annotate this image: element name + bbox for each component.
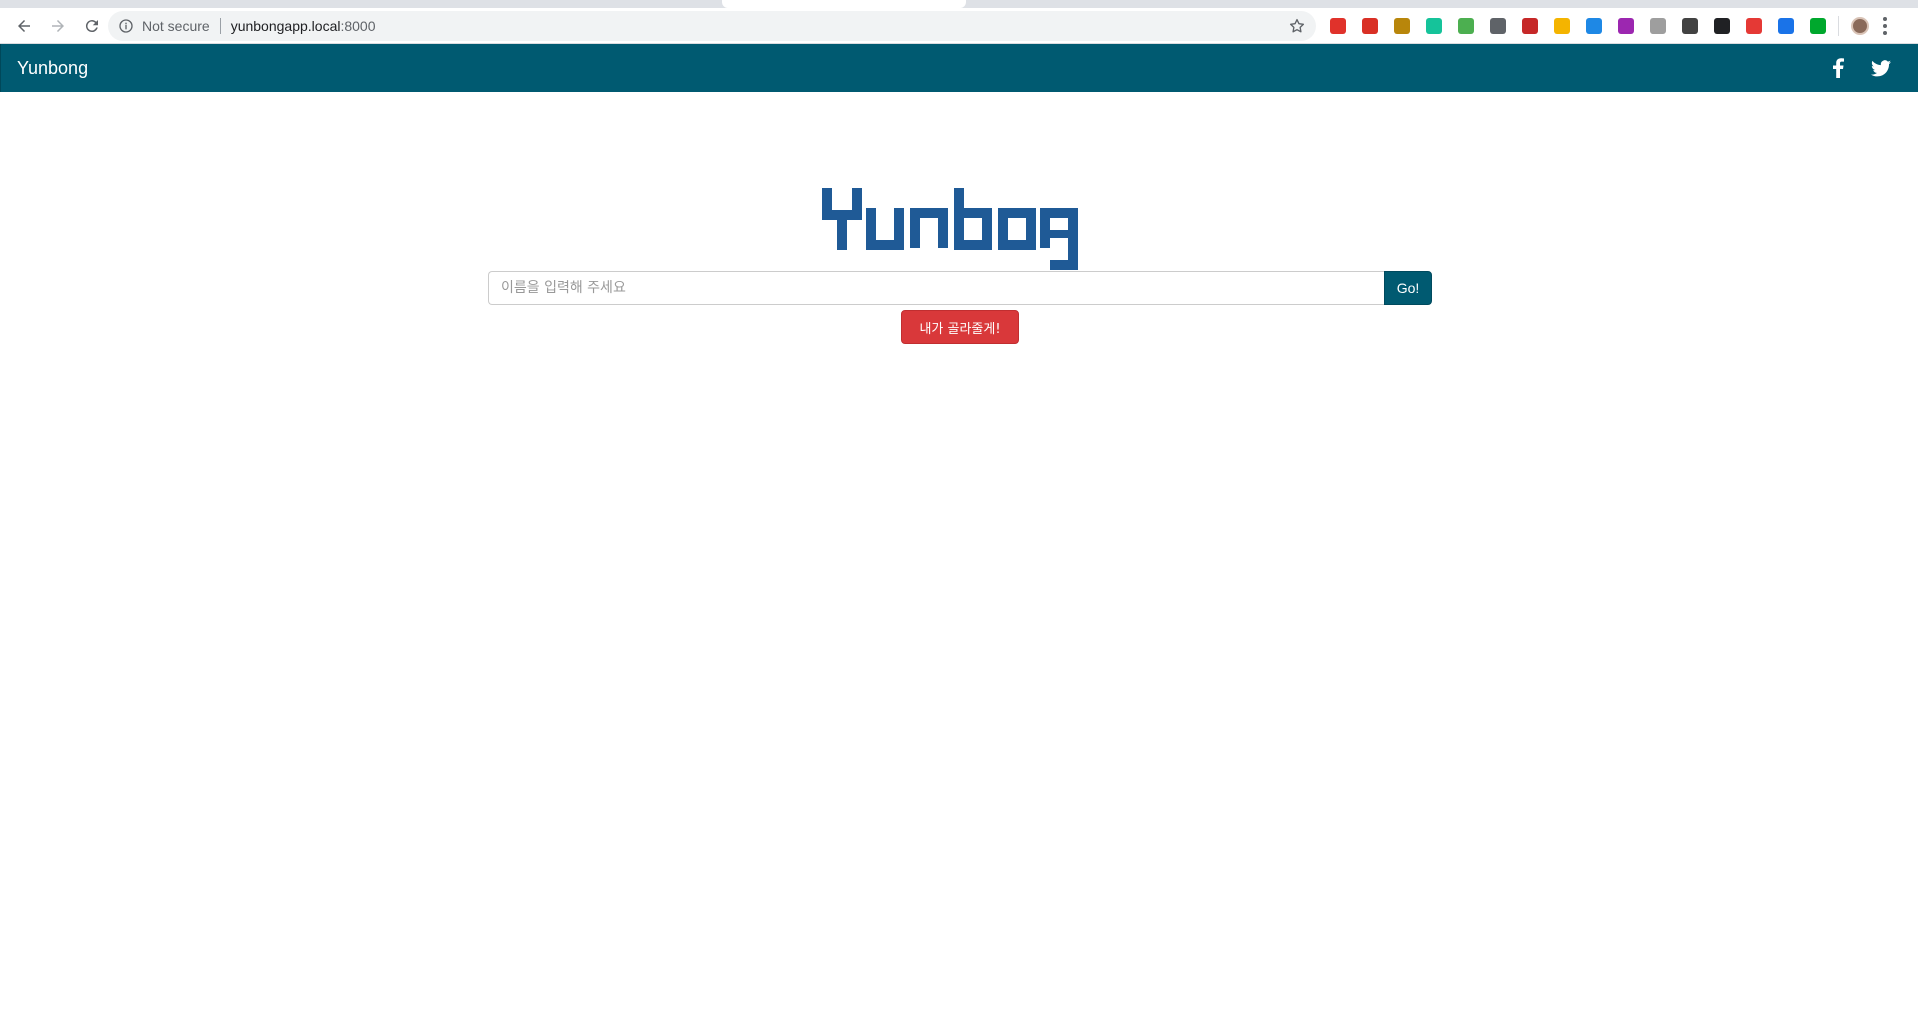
twitter-link[interactable]: [1870, 57, 1892, 79]
evernote-ext-icon[interactable]: [1810, 18, 1826, 34]
chart-ext-icon[interactable]: [1522, 18, 1538, 34]
active-tab[interactable]: [722, 0, 966, 8]
search-group: Go!: [488, 271, 1432, 305]
rainbow-ext-icon[interactable]: [1746, 18, 1762, 34]
random-pick-button[interactable]: 내가 골라줄게!: [901, 310, 1019, 344]
back-button[interactable]: [8, 10, 40, 42]
dark-ext-icon[interactable]: [1682, 18, 1698, 34]
bookmark-star-icon[interactable]: [1288, 17, 1306, 35]
browser-toolbar: Not secure yunbongapp.local:8000: [0, 8, 1918, 44]
url-host[interactable]: yunbongapp.local: [231, 18, 341, 34]
glasses-ext-icon[interactable]: [1714, 18, 1730, 34]
address-bar[interactable]: Not secure yunbongapp.local:8000: [108, 11, 1316, 41]
navbar-brand[interactable]: Yunbong: [17, 58, 88, 79]
clip-ext-icon[interactable]: [1490, 18, 1506, 34]
url-port[interactable]: :8000: [340, 18, 375, 34]
go-button[interactable]: Go!: [1384, 271, 1432, 305]
profile-avatar[interactable]: [1851, 17, 1869, 35]
mail-ext-icon[interactable]: [1458, 18, 1474, 34]
extensions-row: [1330, 16, 1887, 36]
opera-ext-icon[interactable]: [1330, 18, 1346, 34]
hash-ext-icon[interactable]: [1778, 18, 1794, 34]
toolbar-separator: [1838, 16, 1839, 36]
red-book-ext-icon[interactable]: [1362, 18, 1378, 34]
reload-button[interactable]: [76, 10, 108, 42]
name-search-input[interactable]: [488, 271, 1384, 305]
arrow-right-icon: [52, 19, 64, 32]
color-wheel-ext-icon[interactable]: [1618, 18, 1634, 34]
info-icon[interactable]: [118, 18, 134, 34]
shield-ext-icon[interactable]: [1394, 18, 1410, 34]
facebook-icon: [1833, 58, 1844, 78]
eye-ext-icon[interactable]: [1586, 18, 1602, 34]
site-navbar: Yunbong: [0, 44, 1918, 92]
tab-strip: [0, 0, 1918, 8]
yunbong-logo: [822, 188, 1078, 270]
facebook-link[interactable]: [1827, 57, 1849, 79]
bulb-ext-icon[interactable]: [1554, 18, 1570, 34]
grammarly-ext-icon[interactable]: [1426, 18, 1442, 34]
forward-button[interactable]: [42, 10, 74, 42]
reload-icon: [85, 19, 98, 32]
twitter-icon: [1871, 59, 1891, 76]
arrow-left-icon: [18, 19, 30, 32]
security-label[interactable]: Not secure: [142, 18, 210, 34]
browser-menu-icon[interactable]: [1883, 17, 1887, 35]
grey-ext-icon[interactable]: [1650, 18, 1666, 34]
omnibox-divider: [219, 18, 221, 34]
